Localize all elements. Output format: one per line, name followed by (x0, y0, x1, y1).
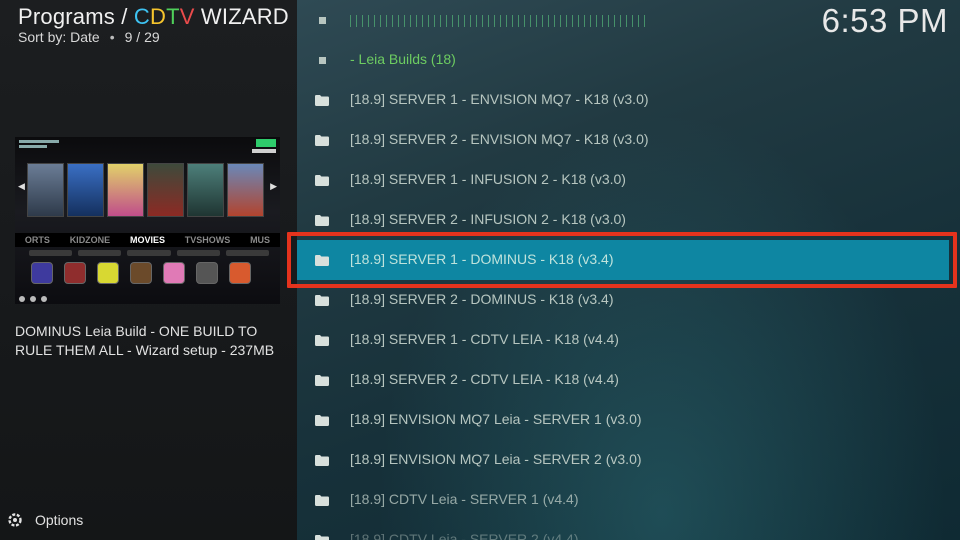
build-list-item[interactable]: [18.9] SERVER 2 - CDTV LEIA - K18 (v4.4) (297, 360, 960, 400)
bullet-icon (315, 53, 329, 67)
options-gear-icon (8, 513, 22, 527)
preview-app-icon (31, 262, 53, 284)
build-description: DOMINUS Leia Build - ONE BUILD TO RULE T… (15, 323, 275, 358)
build-list-item[interactable]: [18.9] ENVISION MQ7 Leia - SERVER 1 (v3.… (297, 400, 960, 440)
title-suffix: WIZARD (194, 4, 289, 29)
section-header-leia-builds[interactable]: - Leia Builds (18) (297, 40, 960, 80)
folder-icon (315, 213, 329, 227)
build-list-item[interactable]: [18.9] ENVISION MQ7 Leia - SERVER 2 (v3.… (297, 440, 960, 480)
preview-app-icon (64, 262, 86, 284)
build-item-label: [18.9] SERVER 1 - INFUSION 2 - K18 (v3.0… (350, 171, 626, 187)
preview-app-icon (97, 262, 119, 284)
preview-poster (227, 163, 264, 217)
folder-icon (315, 333, 329, 347)
title-letter-d: D (150, 4, 167, 29)
preview-app-icon (163, 262, 185, 284)
preview-poster (27, 163, 64, 217)
build-item-label: [18.9] ENVISION MQ7 Leia - SERVER 2 (v3.… (350, 451, 642, 467)
selection-highlight-annotation (287, 232, 957, 288)
bullet-icon (315, 13, 329, 27)
build-list-item[interactable]: [18.9] SERVER 1 - INFUSION 2 - K18 (v3.0… (297, 160, 960, 200)
preview-submenu (29, 250, 270, 256)
folder-icon (315, 493, 329, 507)
build-list-item[interactable]: [18.9] SERVER 1 - ENVISION MQ7 - K18 (v3… (297, 80, 960, 120)
folder-icon (315, 133, 329, 147)
preview-app-icon (196, 262, 218, 284)
preview-poster (67, 163, 104, 217)
build-item-label: [18.9] SERVER 1 - CDTV LEIA - K18 (v4.4) (350, 331, 619, 347)
separator-line (350, 15, 650, 27)
folder-icon (315, 373, 329, 387)
build-item-label: [18.9] ENVISION MQ7 Leia - SERVER 1 (v3.… (350, 411, 642, 427)
preview-menu-item-active: MOVIES (129, 235, 165, 245)
build-item-label: [18.9] CDTV Leia - SERVER 1 (v4.4) (350, 491, 579, 507)
section-label: - Leia Builds (18) (350, 51, 456, 67)
item-position: 9 / 29 (124, 29, 160, 45)
preview-app-icon (130, 262, 152, 284)
build-list-item[interactable]: [18.9] CDTV Leia - SERVER 1 (v4.4) (297, 480, 960, 520)
build-preview-image: ◀ ▶ ORTS KIDZONE MOVIES TVSHOWS MUS (15, 137, 280, 304)
preview-menu-item: MUS (250, 235, 271, 245)
title-letter-v: V (179, 4, 195, 29)
build-list-item[interactable]: [18.9] SERVER 2 - ENVISION MQ7 - K18 (v3… (297, 120, 960, 160)
folder-icon (315, 173, 329, 187)
folder-icon (315, 533, 329, 540)
preview-poster (107, 163, 144, 217)
list-separator-row (297, 0, 960, 40)
folder-icon (315, 453, 329, 467)
sort-info: Sort by: Date • 9 / 29 (18, 29, 160, 45)
preview-menu-item: ORTS (24, 235, 50, 245)
options-label: Options (35, 512, 84, 528)
build-item-label: [18.9] SERVER 2 - INFUSION 2 - K18 (v3.0… (350, 211, 626, 227)
preview-menu-item: TVSHOWS (184, 235, 231, 245)
preview-poster-row (27, 163, 264, 217)
folder-icon (315, 93, 329, 107)
preview-left-arrow-icon: ◀ (18, 181, 25, 191)
build-item-label: [18.9] SERVER 1 - ENVISION MQ7 - K18 (v3… (350, 91, 649, 107)
preview-right-arrow-icon: ▶ (270, 181, 277, 191)
preview-app-icon (229, 262, 251, 284)
preview-menu-item: KIDZONE (69, 235, 111, 245)
preview-poster (147, 163, 184, 217)
preview-clock-widget (252, 139, 276, 157)
title-prefix: Programs / (18, 4, 134, 29)
build-item-label: [18.9] SERVER 2 - CDTV LEIA - K18 (v4.4) (350, 371, 619, 387)
separator-dot: • (109, 29, 115, 45)
build-item-label: [18.9] SERVER 2 - ENVISION MQ7 - K18 (v3… (350, 131, 649, 147)
options-button[interactable]: Options (6, 511, 83, 529)
preview-menu-bar: ORTS KIDZONE MOVIES TVSHOWS MUS (15, 233, 280, 247)
preview-poster (187, 163, 224, 217)
sort-label: Sort by: Date (18, 29, 100, 45)
preview-bottom-icons (19, 296, 47, 302)
preview-app-row (31, 262, 251, 284)
page-title: Programs / CDTV WIZARD (18, 4, 289, 30)
build-item-label: [18.9] CDTV Leia - SERVER 2 (v4.4) (350, 531, 579, 540)
title-letter-c: C (133, 4, 150, 29)
folder-icon (315, 293, 329, 307)
folder-icon (315, 413, 329, 427)
build-list-item[interactable]: [18.9] CDTV Leia - SERVER 2 (v4.4) (297, 520, 960, 540)
build-item-label: [18.9] SERVER 2 - DOMINUS - K18 (v3.4) (350, 291, 614, 307)
preview-weather-widget (19, 140, 59, 154)
left-info-panel: Programs / CDTV WIZARD Sort by: Date • 9 /… (0, 0, 297, 540)
build-list-item[interactable]: [18.9] SERVER 1 - CDTV LEIA - K18 (v4.4) (297, 320, 960, 360)
title-letter-t: T (166, 4, 180, 29)
